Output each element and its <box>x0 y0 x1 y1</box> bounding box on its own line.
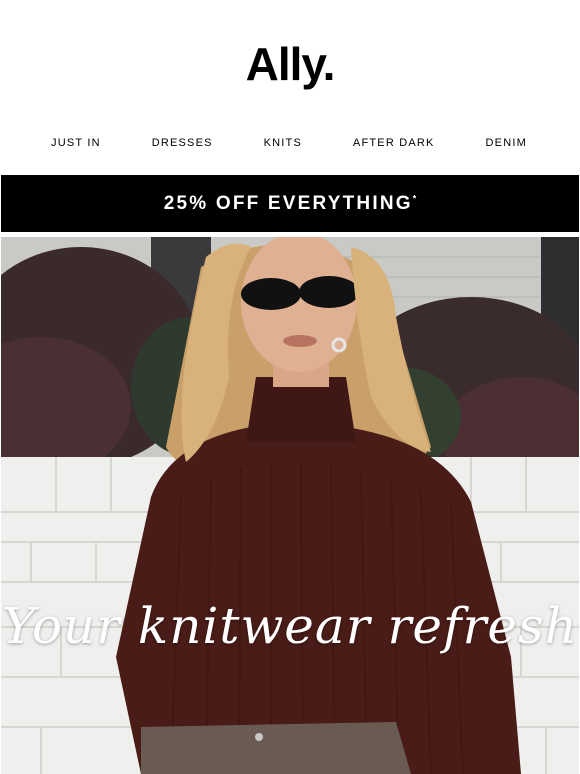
hero-image[interactable]: Your knitwear refresh <box>1 237 579 774</box>
nav-item-knits[interactable]: KNITS <box>264 137 302 149</box>
main-nav: JUST IN DRESSES KNITS AFTER DARK DENIM <box>0 120 580 166</box>
promo-text: 25% OFF EVERYTHING* <box>163 192 417 214</box>
nav-item-just-in[interactable]: JUST IN <box>51 137 101 149</box>
nav-item-denim[interactable]: DENIM <box>486 137 527 149</box>
nav-item-after-dark[interactable]: AFTER DARK <box>353 137 435 149</box>
hero-photo-illustration <box>1 237 579 774</box>
hero-headline: Your knitwear refresh <box>2 597 578 655</box>
brand-logo[interactable]: Ally. <box>246 33 336 87</box>
header: Ally. <box>0 0 580 120</box>
nav-item-dresses[interactable]: DRESSES <box>152 137 213 149</box>
promo-banner[interactable]: 25% OFF EVERYTHING* <box>1 175 579 232</box>
